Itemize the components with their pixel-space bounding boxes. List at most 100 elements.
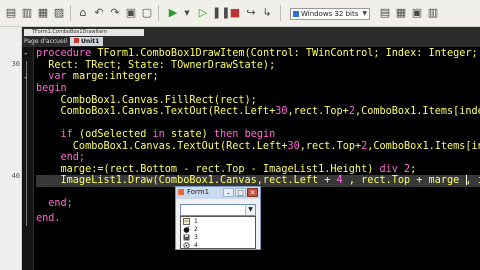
code-keyword: procedure [36,48,92,59]
target-platform-select[interactable]: Windows 32 bits ▼ [290,8,370,20]
code-line: if (odSelected in state) then begin [36,129,276,141]
code-number: 30 [275,106,288,117]
code-text: (odSelected [72,129,153,140]
code-text: ComboBox1.Canvas.TextOut(Rect.Left+ [36,106,276,117]
form1-title: Form1 [187,188,210,196]
code-text: ,rect.Top+ [299,141,362,152]
stop-icon[interactable]: ■ [228,6,242,20]
code-text: ImageList1.Draw(ComboBox1.Canvas,rect.Le… [36,175,337,186]
code-text: ComboBox1.Canvas.FillRect(rect); [36,95,257,106]
undo-icon[interactable]: ↶ [92,6,106,20]
form-toggle-icon[interactable]: ▣ [124,6,138,20]
open-file-icon[interactable]: ▥ [20,6,34,20]
code-line: end; [36,198,73,210]
deploy-icon[interactable]: ▦ [394,6,408,20]
minimize-icon[interactable]: – [223,188,234,197]
app-icon [178,189,184,195]
code-text: ,ComboBox1.Items[index]); [354,106,480,117]
combobox[interactable]: ▼ [180,204,256,216]
form1-titlebar[interactable]: Form1 – □ ✕ [176,187,260,199]
code-keyword: end. [36,213,61,224]
windows-icon [293,11,299,17]
tab-unit1-label: Unit1 [81,38,100,45]
breadcrumb[interactable]: TForm1.ComboBox1DrawItem [24,29,144,36]
list-item[interactable]: 1 [182,218,254,226]
toolbar-divider [280,5,281,21]
run-icon[interactable]: ▶ [166,6,180,20]
toolbar-divider [158,5,159,21]
open-project-icon[interactable]: ⌂ [76,6,90,20]
list-item[interactable]: 3 [182,234,254,242]
list-item-label: 3 [194,234,198,241]
list-item-label: 4 [194,242,198,249]
step-over-icon[interactable]: ↪ [244,6,258,20]
list-item[interactable]: 2 [182,226,254,234]
code-keyword: then begin [213,129,276,140]
gear-icon [183,242,190,249]
list-item-label: 2 [194,226,198,233]
list-item[interactable]: 4 [182,242,254,250]
code-text: ComboBox1.Canvas.TextOut(Rect.Left+ [36,141,288,152]
code-line: begin [36,83,67,95]
code-text: ; [410,164,417,175]
list-item-label: 1 [194,218,198,225]
code-number: 30 [287,141,300,152]
breadcrumb-label: TForm1.ComboBox1DrawItem [32,29,107,35]
disk-icon [183,234,190,241]
code-text: ,rect.Top+ [287,106,349,117]
code-keyword: var [36,71,67,82]
editor-gutter: - - [22,47,34,270]
close-icon[interactable]: ✕ [247,188,258,197]
save-icon[interactable]: ▦ [36,6,50,20]
code-text: marge:integer; [66,71,159,82]
code-text: ,ComboBox1.Items[index]); [367,141,480,152]
ide-window: ▤ ▥ ▦ ▧ ⌂ ↶ ↷ ▣ ▢ ▶ ▼ ▷ ❚❚ ■ ↪ ↳ Windows… [0,0,480,270]
device-icon[interactable]: ▣ [410,6,424,20]
fold-marker-icon[interactable]: - [23,49,28,59]
unit-icon [74,38,79,43]
text-caret [466,175,467,185]
pause-icon[interactable]: ❚❚ [212,6,230,20]
code-line: ComboBox1.Canvas.TextOut(Rect.Left+30,re… [36,141,480,153]
code-line: end; [36,152,86,164]
platform-config-icon[interactable]: ▤ [378,6,392,20]
code-text: state) [164,129,214,140]
note-icon [183,218,190,225]
target-platform-label: Windows 32 bits [301,10,359,18]
fold-line [26,61,27,226]
chevron-down-icon: ▼ [362,10,367,17]
fold-marker-icon[interactable]: - [23,73,28,83]
run-without-debug-icon[interactable]: ▷ [196,6,210,20]
code-keyword: div [379,164,398,175]
tab-home-page[interactable]: Page d'accueil [22,37,67,46]
code-text: , rect.Top + marge , index); [348,175,480,186]
run-dropdown-icon[interactable]: ▼ [180,6,194,20]
code-keyword: end; [36,198,73,209]
chevron-down-icon[interactable]: ▼ [245,205,255,215]
code-line: end. [36,213,61,225]
new-file-icon[interactable]: ▤ [4,6,18,20]
code-text: TForm1.ComboBox1DrawItem(Control: TWinCo… [91,48,478,59]
code-line: var marge:integer; [36,71,159,83]
maximize-icon[interactable]: □ [235,188,246,197]
code-keyword: begin [36,83,67,94]
form1-window[interactable]: Form1 – □ ✕ ▼ 1 2 3 4 [175,186,261,250]
code-keyword: end; [36,152,86,163]
layout-icon[interactable]: ▥ [426,6,440,20]
step-into-icon[interactable]: ↳ [260,6,274,20]
editor-tab-strip: TForm1.ComboBox1DrawItem Page d'accueil … [22,27,480,47]
toolbar-divider [70,5,71,21]
tab-unit1[interactable]: Unit1 [70,37,104,46]
combobox-dropdown-list: 1 2 3 4 [180,216,256,249]
bomb-icon [183,226,190,233]
toolbar: ▤ ▥ ▦ ▧ ⌂ ↶ ↷ ▣ ▢ ▶ ▼ ▷ ❚❚ ■ ↪ ↳ Windows… [0,0,480,27]
left-panel: 30 40 [0,27,22,270]
code-text: marge:=(rect.Bottom - rect.Top - ImageLi… [36,164,380,175]
redo-icon[interactable]: ↷ [108,6,122,20]
code-line: procedure TForm1.ComboBox1DrawItem(Contr… [36,48,478,60]
units-icon[interactable]: ▢ [140,6,154,20]
line-number-40: 40 [11,172,20,180]
code-keyword: in [152,129,165,140]
save-all-icon[interactable]: ▧ [52,6,66,20]
code-text: Rect: TRect; State: TOwnerDrawState); [36,60,276,71]
